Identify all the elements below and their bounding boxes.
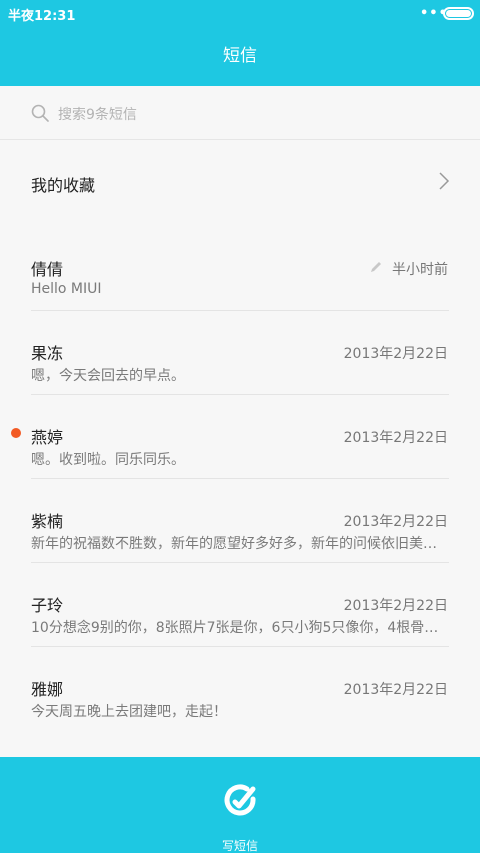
battery-icon <box>443 7 474 20</box>
favorites-label: 我的收藏 <box>31 176 96 195</box>
message-preview: 今天周五晚上去团建吧，走起！ <box>31 704 227 720</box>
contact-name: 果冻 <box>31 344 64 363</box>
contact-name: 雅娜 <box>31 680 64 699</box>
contact-name: 倩倩 <box>31 260 64 279</box>
message-date: 2013年2月22日 <box>343 598 448 614</box>
message-preview: Hello MIUI <box>31 281 102 297</box>
title-bar: 短信 <box>0 26 480 86</box>
message-date: 半小时前 <box>392 262 448 278</box>
chevron-right-icon <box>439 172 450 190</box>
message-preview: 10分想念9别的你，8张照片7张是你，6只小狗5只像你，4根骨… <box>31 620 439 636</box>
compose-button[interactable]: 写短信 <box>200 757 280 853</box>
bottom-bar: 写短信 <box>0 757 480 853</box>
list-item[interactable]: 紫楠 新年的祝福数不胜数，新年的愿望好多好多，新年的问候依旧美… 2013年2月… <box>0 479 480 563</box>
contact-name: 燕婷 <box>31 428 64 447</box>
compose-label: 写短信 <box>221 839 258 853</box>
compose-icon <box>224 784 256 816</box>
list-item[interactable]: 倩倩 Hello MIUI 半小时前 <box>0 227 480 311</box>
message-list: 倩倩 Hello MIUI 半小时前 果冻 嗯，今天会回去的早点。 2013年2… <box>0 217 480 757</box>
pencil-icon <box>371 262 381 272</box>
search-input[interactable]: 搜索9条短信 <box>0 86 480 140</box>
message-date: 2013年2月22日 <box>343 514 448 530</box>
search-icon <box>31 104 49 122</box>
status-time: 半夜12:31 <box>8 9 76 24</box>
unread-dot-icon <box>11 428 21 438</box>
list-item[interactable]: 子玲 10分想念9别的你，8张照片7张是你，6只小狗5只像你，4根骨… 2013… <box>0 563 480 647</box>
message-date: 2013年2月22日 <box>343 430 448 446</box>
list-item[interactable]: 燕婷 嗯。收到啦。同乐同乐。 2013年2月22日 <box>0 395 480 479</box>
list-item[interactable]: 果冻 嗯，今天会回去的早点。 2013年2月22日 <box>0 311 480 395</box>
favorites-entry[interactable]: 我的收藏 <box>0 141 480 217</box>
message-preview: 新年的祝福数不胜数，新年的愿望好多好多，新年的问候依旧美… <box>31 536 437 552</box>
message-date: 2013年2月22日 <box>343 682 448 698</box>
list-item[interactable]: 雅娜 今天周五晚上去团建吧，走起！ 2013年2月22日 <box>0 647 480 731</box>
contact-name: 紫楠 <box>31 512 64 531</box>
message-date: 2013年2月22日 <box>343 346 448 362</box>
page-title: 短信 <box>223 46 257 66</box>
message-preview: 嗯，今天会回去的早点。 <box>31 368 185 384</box>
search-placeholder: 搜索9条短信 <box>58 107 137 123</box>
contact-name: 子玲 <box>31 596 64 615</box>
status-bar: 半夜12:31 ••• <box>0 0 480 26</box>
message-preview: 嗯。收到啦。同乐同乐。 <box>31 452 185 468</box>
